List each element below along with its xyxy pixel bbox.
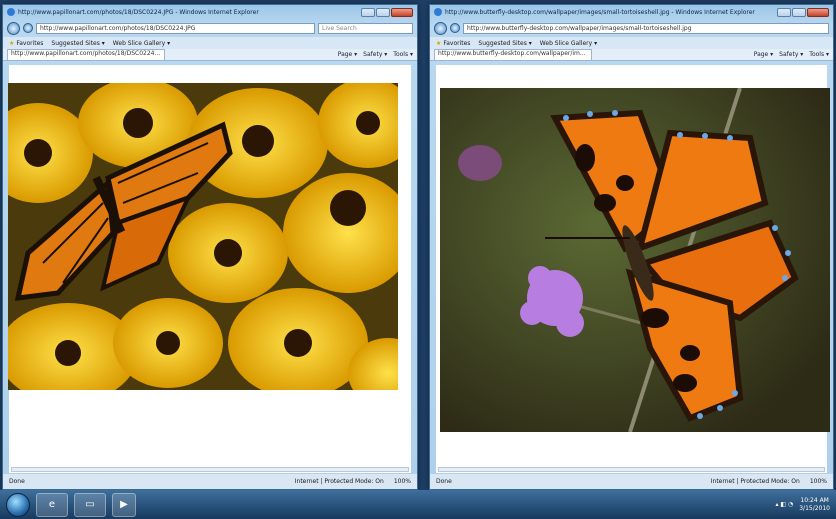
favorites-button[interactable]: ★ Favorites	[436, 40, 470, 47]
tab-current[interactable]: http://www.butterfly-desktop.com/wallpap…	[434, 49, 592, 60]
system-tray: ▴ ◧ ◔ 10:24 AM 3/15/2010	[776, 497, 831, 513]
tray-icons[interactable]: ▴ ◧ ◔	[776, 501, 794, 508]
ie-icon[interactable]: e	[36, 492, 68, 517]
web-slice-gallery-link[interactable]: Web Slice Gallery ▾	[113, 40, 170, 47]
tools-menu[interactable]: Tools ▾	[393, 51, 413, 58]
folder-icon[interactable]: ▭	[74, 492, 106, 517]
safety-menu[interactable]: Safety ▾	[779, 51, 803, 58]
tools-menu[interactable]: Tools ▾	[809, 51, 829, 58]
start-orb-icon[interactable]	[6, 492, 30, 517]
minimize-button[interactable]	[777, 7, 791, 17]
zoom-level[interactable]: 100%	[394, 478, 411, 485]
horizontal-scrollbar[interactable]	[11, 467, 409, 472]
favicon-icon	[434, 8, 442, 16]
tab-current[interactable]: http://www.papillonart.com/photos/18/DSC…	[7, 49, 165, 60]
window-title: http://www.butterfly-desktop.com/wallpap…	[445, 8, 755, 16]
page-menu[interactable]: Page ▾	[338, 51, 357, 58]
title-bar[interactable]: http://www.papillonart.com/photos/18/DSC…	[3, 5, 417, 19]
window-title: http://www.papillonart.com/photos/18/DSC…	[18, 8, 259, 16]
search-input[interactable]: Live Search	[318, 22, 413, 34]
page-menu[interactable]: Page ▾	[754, 51, 773, 58]
tortoiseshell-butterfly-photo	[440, 88, 830, 432]
forward-icon[interactable]	[450, 23, 460, 33]
status-text: Done	[436, 478, 452, 485]
horizontal-scrollbar[interactable]	[438, 467, 825, 472]
address-bar[interactable]: http://www.papillonart.com/photos/18/DSC…	[36, 22, 315, 34]
star-icon: ★	[436, 39, 442, 47]
security-zone: Internet | Protected Mode: On	[710, 478, 800, 485]
monarch-butterfly-photo	[8, 83, 398, 390]
safety-menu[interactable]: Safety ▾	[363, 51, 387, 58]
star-icon: ★	[9, 39, 15, 47]
status-bar: Done Internet | Protected Mode: On 100%	[3, 474, 417, 489]
media-icon[interactable]: ▶	[112, 492, 136, 517]
zoom-level[interactable]: 100%	[810, 478, 827, 485]
favicon-icon	[7, 8, 15, 16]
suggested-sites-link[interactable]: Suggested Sites ▾	[51, 40, 104, 47]
minimize-button[interactable]	[361, 7, 375, 17]
favorites-button[interactable]: ★ Favorites	[9, 40, 43, 47]
status-text: Done	[9, 478, 25, 485]
suggested-sites-link[interactable]: Suggested Sites ▾	[478, 40, 531, 47]
forward-icon[interactable]	[23, 23, 33, 33]
close-button[interactable]	[807, 7, 829, 17]
back-icon[interactable]	[7, 21, 20, 35]
title-bar[interactable]: http://www.butterfly-desktop.com/wallpap…	[430, 5, 833, 19]
back-icon[interactable]	[434, 21, 447, 35]
security-zone: Internet | Protected Mode: On	[294, 478, 384, 485]
maximize-button[interactable]	[792, 7, 806, 17]
clock[interactable]: 10:24 AM 3/15/2010	[799, 497, 830, 513]
status-bar: Done Internet | Protected Mode: On 100%	[430, 474, 833, 489]
maximize-button[interactable]	[376, 7, 390, 17]
close-button[interactable]	[391, 7, 413, 17]
taskbar: e ▭ ▶ ▴ ◧ ◔ 10:24 AM 3/15/2010	[0, 490, 836, 519]
web-slice-gallery-link[interactable]: Web Slice Gallery ▾	[540, 40, 597, 47]
address-bar[interactable]: http://www.butterfly-desktop.com/wallpap…	[463, 22, 829, 34]
